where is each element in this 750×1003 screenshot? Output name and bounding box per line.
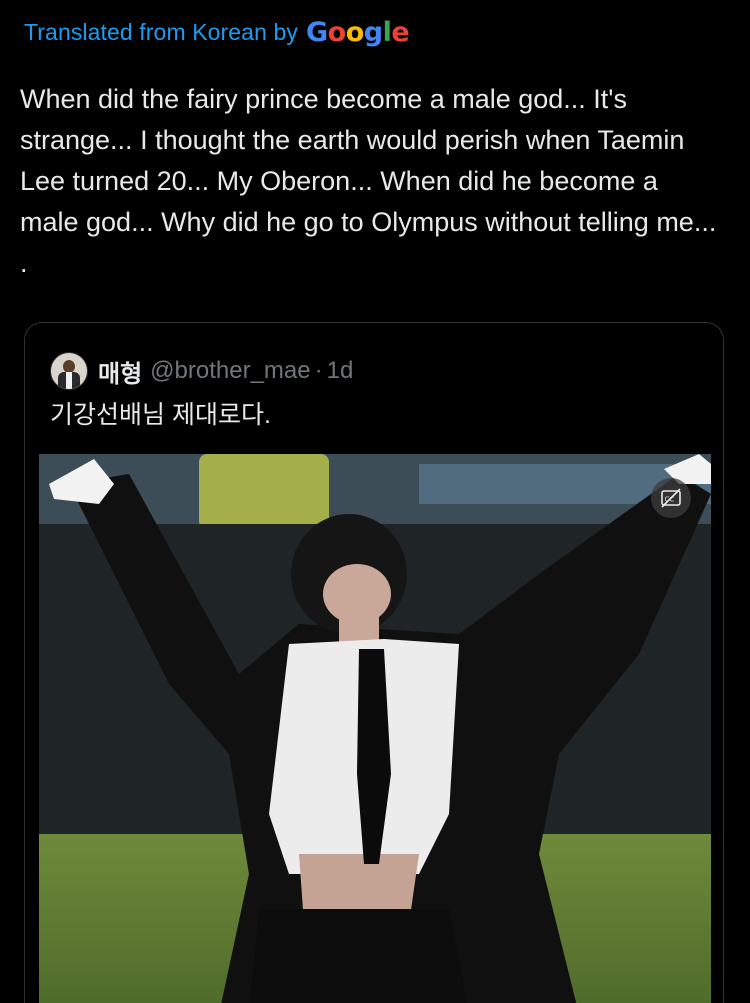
- quoted-tweet-card[interactable]: 매형 @brother_mae · 1d 기강선배님 제대로다.: [24, 322, 724, 1003]
- user-handle[interactable]: @brother_mae: [150, 357, 310, 385]
- closed-captions-icon[interactable]: CC: [651, 478, 691, 518]
- tweet-text: When did the fairy prince become a male …: [20, 84, 717, 278]
- quoted-tweet-text: 기강선배님 제대로다.: [50, 401, 271, 429]
- media-image[interactable]: CC: [39, 454, 711, 1003]
- user-avatar[interactable]: [50, 352, 88, 390]
- translation-label[interactable]: Translated from Korean by: [24, 19, 298, 46]
- quoted-tweet-header: 매형 @brother_mae · 1d: [50, 351, 353, 391]
- display-name[interactable]: 매형: [98, 354, 142, 389]
- post-time[interactable]: 1d: [327, 357, 354, 385]
- translation-notice: Translated from Korean by Google: [24, 14, 410, 50]
- google-logo: Google: [305, 16, 410, 48]
- separator-dot: ·: [314, 357, 323, 384]
